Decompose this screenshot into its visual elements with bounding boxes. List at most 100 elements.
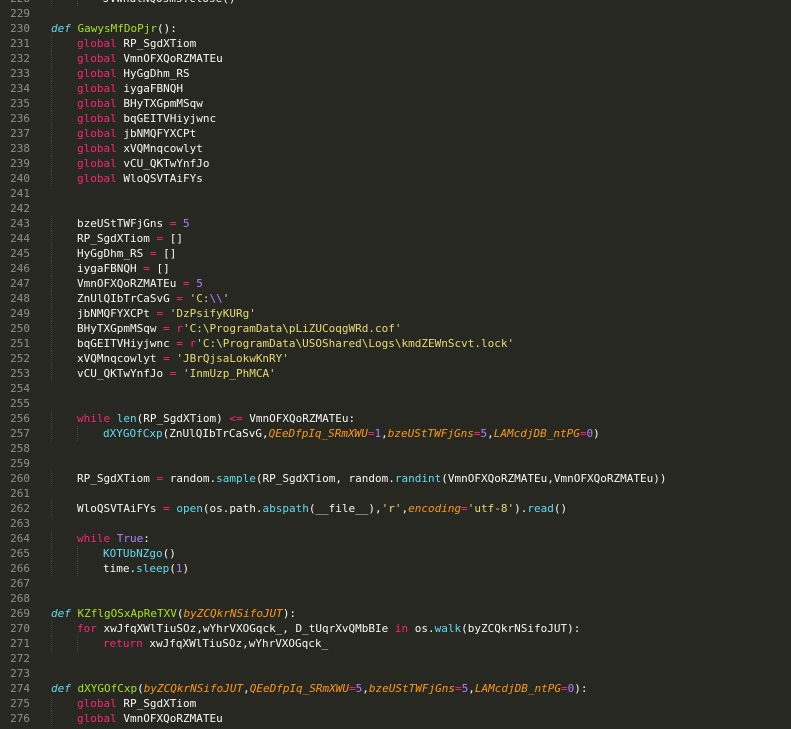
code-line[interactable]: 264 while True: xyxy=(0,531,791,546)
code-line[interactable]: 269 def KZflgOSxApReTXV(byZCQkrNSifoJUT): xyxy=(0,606,791,621)
line-number: 231 xyxy=(10,37,30,50)
code-token: xVQMnqcowlyt xyxy=(123,142,203,155)
code-line[interactable]: 255 xyxy=(0,396,791,411)
code-line[interactable]: 246 iygaFBNQH = [] xyxy=(0,261,791,276)
indent-guide xyxy=(51,621,52,636)
code-line[interactable]: 253 vCU_QKTwYnfJo = 'InmUzp_PhMCA' xyxy=(0,366,791,381)
code-line[interactable]: 241 xyxy=(0,186,791,201)
line-number: 230 xyxy=(10,22,30,35)
code-line[interactable]: 238 global xVQMnqcowlyt xyxy=(0,141,791,156)
code-line[interactable]: 275 global RP_SgdXTiom xyxy=(0,696,791,711)
indent-guide xyxy=(77,426,78,441)
code-token: = xyxy=(560,682,568,695)
code-line[interactable]: 268 xyxy=(0,591,791,606)
code-token: VmnOFXQoRZMATEu xyxy=(123,52,223,65)
code-token: 'InmUzp_PhMCA' xyxy=(182,367,276,380)
code-line[interactable]: 231 global RP_SgdXTiom xyxy=(0,36,791,51)
code-line[interactable]: 270 for xwJfqXWlTiuSOz,wYhrVXOGqck_, D_tU… xyxy=(0,621,791,636)
code-token: : xyxy=(143,532,150,545)
code-line[interactable]: 242 xyxy=(0,201,791,216)
code-line[interactable]: 259 xyxy=(0,456,791,471)
code-token: vCU_QKTwYnfJo xyxy=(123,157,210,170)
code-token: 1 xyxy=(175,562,183,575)
code-area[interactable]: 228JVwhdtNQOsms.close()229230def GawysMf… xyxy=(0,0,791,726)
code-line[interactable]: 250 BHyTXGpmMSqw = r'C:\ProgramData\pLiZU… xyxy=(0,321,791,336)
code-line[interactable]: 262 WloQSVTAiFYs = open(os.path.abspath(_… xyxy=(0,501,791,516)
code-token: global xyxy=(77,97,124,110)
line-number: 248 xyxy=(10,292,30,305)
code-line[interactable]: 234 global iygaFBNQH xyxy=(0,81,791,96)
line-number: 262 xyxy=(10,502,30,515)
code-text: HyGgDhm_RS = [] xyxy=(77,246,176,261)
code-line[interactable]: 237 global jbNMQFYXCPt xyxy=(0,126,791,141)
indent-guide xyxy=(51,471,52,486)
code-line[interactable]: 239 global vCU_QKTwYnfJo xyxy=(0,156,791,171)
indent-guide xyxy=(51,306,52,321)
code-text: def GawysMfDoPjr(): xyxy=(51,21,177,36)
code-line[interactable]: 244 RP_SgdXTiom = [] xyxy=(0,231,791,246)
code-line[interactable]: 252 xVQMnqcowlyt = 'JBrQjsaLokwKnRY' xyxy=(0,351,791,366)
code-line[interactable]: 274 def dXYGOfCxp(byZCQkrNSifoJUT,QEeDfpI… xyxy=(0,681,791,696)
indent-guide xyxy=(51,321,52,336)
indent-guide xyxy=(51,501,52,516)
line-number: 267 xyxy=(10,577,30,590)
code-token: time. xyxy=(103,562,137,575)
code-token: ZnUlQIbTrCaSvG xyxy=(77,292,177,305)
line-number: 263 xyxy=(10,517,30,530)
code-line[interactable]: 230 def GawysMfDoPjr(): xyxy=(0,21,791,36)
code-token: ). xyxy=(514,502,528,515)
code-line[interactable]: 273 xyxy=(0,666,791,681)
code-line[interactable]: 267 xyxy=(0,576,791,591)
code-line[interactable]: 265 KOTUbNZgo() xyxy=(0,546,791,561)
line-number: 251 xyxy=(10,337,30,350)
line-number: 273 xyxy=(10,667,30,680)
code-line[interactable]: 245 HyGgDhm_RS = [] xyxy=(0,246,791,261)
code-line[interactable]: 256 while len(RP_SgdXTiom) <= VmnOFXQoRZM… xyxy=(0,411,791,426)
code-line[interactable]: 260 RP_SgdXTiom = random.sample(RP_SgdXTi… xyxy=(0,471,791,486)
code-token: (VmnOFXQoRZMATEu,VmnOFXQoRZMATEu)) xyxy=(441,472,667,485)
code-line[interactable]: 257 dXYGOfCxp(ZnUlQIbTrCaSvG,QEeDfpIq_SRm… xyxy=(0,426,791,441)
code-line[interactable]: 251 bqGEITVHiyjwnc = r'C:\ProgramData\USO… xyxy=(0,336,791,351)
code-line[interactable]: 272 xyxy=(0,651,791,666)
code-text: VmnOFXQoRZMATEu = 5 xyxy=(77,276,203,291)
code-token: QEeDfpIq_SRmXWU xyxy=(249,682,350,695)
code-line[interactable]: 232 global VmnOFXQoRZMATEu xyxy=(0,51,791,66)
code-text: while len(RP_SgdXTiom) <= VmnOFXQoRZMATE… xyxy=(77,411,355,426)
code-line[interactable]: 263 xyxy=(0,516,791,531)
code-token: walk xyxy=(434,622,462,635)
code-line[interactable]: 266 time.sleep(1) xyxy=(0,561,791,576)
code-line[interactable]: 254 xyxy=(0,381,791,396)
code-token: byZCQkrNSifoJUT xyxy=(143,682,244,695)
indent-guide xyxy=(51,126,52,141)
code-line[interactable]: 243 bzeUStTWFjGns = 5 xyxy=(0,216,791,231)
indent-guide xyxy=(51,141,52,156)
code-token: def xyxy=(51,22,78,35)
line-number: 264 xyxy=(10,532,30,545)
code-text: global RP_SgdXTiom xyxy=(77,36,196,51)
code-line[interactable]: 261 xyxy=(0,486,791,501)
line-number: 272 xyxy=(10,652,30,665)
code-line[interactable]: 249 jbNMQFYXCPt = 'DzPsifyKURg' xyxy=(0,306,791,321)
code-token: [] xyxy=(149,262,170,275)
code-token: jbNMQFYXCPt xyxy=(77,307,157,320)
code-line[interactable]: 233 global HyGgDhm_RS xyxy=(0,66,791,81)
code-line[interactable]: 276 global VmnOFXQoRZMATEu xyxy=(0,711,791,726)
code-line[interactable]: 236 global bqGEITVHiyjwnc xyxy=(0,111,791,126)
code-editor[interactable]: 228JVwhdtNQOsms.close()229230def GawysMf… xyxy=(0,0,791,729)
code-line[interactable]: 247 VmnOFXQoRZMATEu = 5 xyxy=(0,276,791,291)
code-token: 'utf-8' xyxy=(467,502,515,515)
code-line[interactable]: 240 global WloQSVTAiFYs xyxy=(0,171,791,186)
line-number: 229 xyxy=(10,7,30,20)
indent-guide xyxy=(77,636,78,651)
code-token: xwJfqXWlTiuSOz,wYhrVXOGqck_ xyxy=(149,637,329,650)
code-token: LAMcdjDB_ntPG xyxy=(493,427,580,440)
code-line[interactable]: 235 global BHyTXGpmMSqw xyxy=(0,96,791,111)
code-line[interactable]: 229 xyxy=(0,6,791,21)
code-line[interactable]: 258 xyxy=(0,441,791,456)
indent-guide xyxy=(51,366,52,381)
code-line[interactable]: 271 return xwJfqXWlTiuSOz,wYhrVXOGqck_ xyxy=(0,636,791,651)
code-text: iygaFBNQH = [] xyxy=(77,261,170,276)
code-line[interactable]: 248 ZnUlQIbTrCaSvG = 'C:\\' xyxy=(0,291,791,306)
line-number: 254 xyxy=(10,382,30,395)
